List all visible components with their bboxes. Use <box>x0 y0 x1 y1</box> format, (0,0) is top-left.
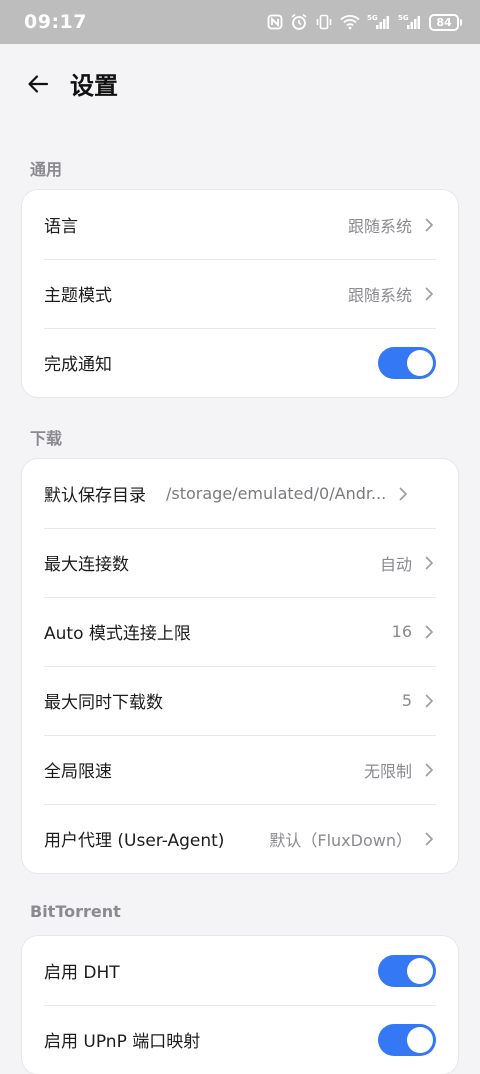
setting-label: 完成通知 <box>44 355 112 375</box>
setting-value: 跟随系统 <box>347 285 412 305</box>
setting-label: 语言 <box>44 217 78 237</box>
battery-icon: 84 <box>429 13 462 31</box>
setting-save-directory[interactable]: 默认保存目录 /storage/emulated/0/Andr... <box>22 459 458 528</box>
battery-level: 84 <box>429 13 459 31</box>
setting-value: 默认（FluxDown） <box>269 830 412 850</box>
section-label-general: 通用 <box>30 160 63 179</box>
setting-value: 跟随系统 <box>347 216 412 236</box>
setting-label: 最大同时下载数 <box>44 693 163 713</box>
setting-value: /storage/emulated/0/Andr... <box>166 484 387 503</box>
dht-toggle[interactable] <box>378 954 436 987</box>
header: 设置 <box>0 44 480 124</box>
cellular-signal-2-icon: 5G <box>398 11 422 33</box>
cellular-signal-1-icon: 5G <box>367 11 391 33</box>
setting-label: 最大连接数 <box>44 555 129 575</box>
setting-label: 启用 UPnP 端口映射 <box>44 1032 201 1052</box>
card-download: 默认保存目录 /storage/emulated/0/Andr... 最大连接数… <box>22 459 458 873</box>
chevron-right-icon <box>422 556 436 570</box>
setting-user-agent[interactable]: 用户代理 (User-Agent) 默认（FluxDown） <box>22 804 458 873</box>
setting-language[interactable]: 语言 跟随系统 <box>22 190 458 259</box>
setting-label: 全局限速 <box>44 762 112 782</box>
chevron-right-icon <box>396 487 410 501</box>
setting-value: 无限制 <box>363 761 412 781</box>
chevron-right-icon <box>422 218 436 232</box>
notification-toggle[interactable] <box>378 346 436 379</box>
status-bar: 09:17 5G 5G 84 <box>0 0 480 44</box>
signal-2-label: 5G <box>398 14 409 22</box>
back-button[interactable] <box>24 70 52 98</box>
setting-max-connections[interactable]: 最大连接数 自动 <box>22 528 458 597</box>
chevron-right-icon <box>422 694 436 708</box>
setting-enable-dht: 启用 DHT <box>22 936 458 1005</box>
chevron-right-icon <box>422 763 436 777</box>
setting-label: 默认保存目录 <box>44 486 146 506</box>
page-title: 设置 <box>70 72 118 100</box>
setting-value: 自动 <box>379 554 412 574</box>
vibrate-icon <box>315 11 333 33</box>
setting-completion-notification: 完成通知 <box>22 328 458 397</box>
nfc-icon <box>267 11 283 33</box>
card-general: 语言 跟随系统 主题模式 跟随系统 完成通知 <box>22 190 458 397</box>
setting-label: 用户代理 (User-Agent) <box>44 831 225 851</box>
section-label-download: 下载 <box>30 429 63 448</box>
upnp-toggle[interactable] <box>378 1023 436 1056</box>
setting-label: Auto 模式连接上限 <box>44 624 191 644</box>
section-label-bittorrent: BitTorrent <box>30 902 121 921</box>
wifi-icon <box>340 11 360 33</box>
status-icons: 5G 5G 84 <box>267 11 462 33</box>
card-bittorrent: 启用 DHT 启用 UPnP 端口映射 <box>22 936 458 1074</box>
alarm-icon <box>290 11 308 33</box>
signal-1-label: 5G <box>367 14 378 22</box>
chevron-right-icon <box>422 287 436 301</box>
setting-max-concurrent-downloads[interactable]: 最大同时下载数 5 <box>22 666 458 735</box>
arrow-left-icon <box>28 75 49 93</box>
setting-label: 启用 DHT <box>44 963 120 983</box>
chevron-right-icon <box>422 832 436 846</box>
setting-theme[interactable]: 主题模式 跟随系统 <box>22 259 458 328</box>
setting-value: 5 <box>401 691 412 710</box>
chevron-right-icon <box>422 625 436 639</box>
setting-global-speed-limit[interactable]: 全局限速 无限制 <box>22 735 458 804</box>
setting-value: 16 <box>391 622 412 641</box>
setting-label: 主题模式 <box>44 286 112 306</box>
status-time: 09:17 <box>24 11 87 33</box>
setting-auto-connection-limit[interactable]: Auto 模式连接上限 16 <box>22 597 458 666</box>
setting-enable-upnp: 启用 UPnP 端口映射 <box>22 1005 458 1074</box>
